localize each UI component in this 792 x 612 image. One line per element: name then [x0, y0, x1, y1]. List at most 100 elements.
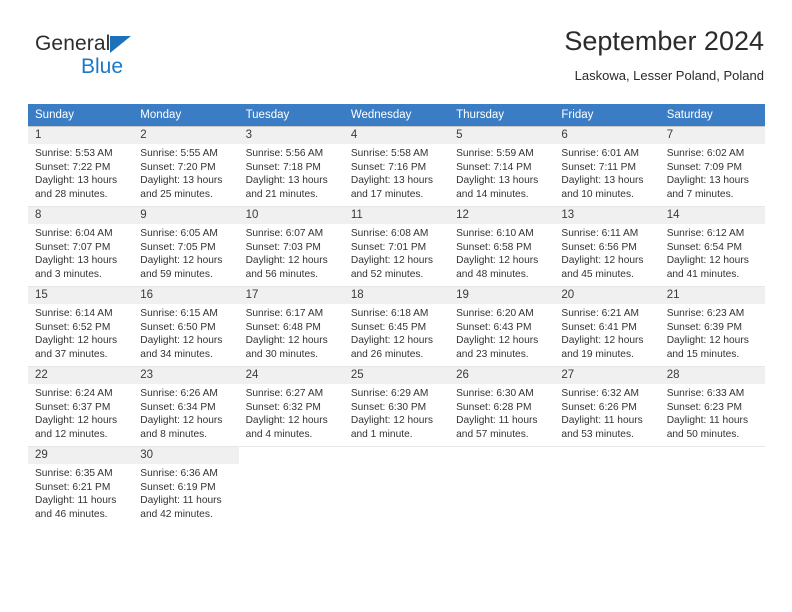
daylight-duration-line2: and 3 minutes.: [35, 268, 102, 280]
sunrise-time: Sunrise: 6:10 AM: [456, 228, 534, 239]
calendar-day-cell[interactable]: 8 Sunrise: 6:04 AM Sunset: 7:07 PM Daylight…: [28, 206, 134, 287]
calendar-day-cell[interactable]: 20 Sunrise: 6:21 AM Sunset: 6:41 PM Dayligh…: [554, 286, 660, 367]
calendar-day-cell[interactable]: 24 Sunrise: 6:27 AM Sunset: 6:32 PM Dayligh…: [238, 366, 344, 447]
daylight-duration-line2: and 8 minutes.: [140, 428, 208, 440]
daylight-duration-line2: and 45 minutes.: [561, 268, 634, 280]
day-details: Sunrise: 6:07 AM Sunset: 7:03 PM Daylight:…: [239, 224, 344, 281]
day-details: Sunrise: 6:20 AM Sunset: 6:43 PM Daylight:…: [449, 304, 554, 361]
day-cell-inner: [344, 447, 449, 526]
day-cell-inner: 20 Sunrise: 6:21 AM Sunset: 6:41 PM Dayligh…: [554, 287, 660, 366]
daylight-duration-line2: and 52 minutes.: [350, 268, 424, 280]
sunrise-time: Sunrise: 6:15 AM: [140, 308, 218, 319]
sunset-time: Sunset: 6:30 PM: [350, 401, 427, 413]
calendar-day-cell[interactable]: 3 Sunrise: 5:56 AM Sunset: 7:18 PM Daylight…: [238, 126, 344, 207]
daylight-duration-line1: Daylight: 11 hours: [35, 495, 117, 507]
calendar-empty-cell: [343, 446, 450, 526]
calendar-day-cell[interactable]: 7 Sunrise: 6:02 AM Sunset: 7:09 PM Daylight…: [659, 126, 765, 207]
day-details: Sunrise: 6:23 AM Sunset: 6:39 PM Daylight:…: [660, 304, 765, 361]
logo-top-row: General: [35, 32, 235, 56]
general-blue-logo[interactable]: General Blue: [35, 32, 235, 90]
sunset-time: Sunset: 7:14 PM: [456, 161, 532, 173]
calendar-day-cell[interactable]: 27 Sunrise: 6:32 AM Sunset: 6:26 PM Dayligh…: [554, 366, 660, 447]
day-number: 26: [449, 367, 555, 384]
sunset-time: Sunset: 6:43 PM: [456, 321, 532, 333]
day-number: 15: [28, 287, 134, 304]
sunset-time: Sunset: 7:18 PM: [245, 161, 321, 173]
daylight-duration-line2: and 25 minutes.: [140, 188, 213, 200]
calendar-day-cell[interactable]: 25 Sunrise: 6:29 AM Sunset: 6:30 PM Dayligh…: [343, 366, 450, 447]
daylight-duration-line1: Daylight: 12 hours: [140, 255, 223, 267]
sunset-time: Sunset: 6:28 PM: [456, 401, 532, 413]
day-number: 2: [133, 127, 239, 144]
day-cell-inner: 23 Sunrise: 6:26 AM Sunset: 6:34 PM Dayligh…: [133, 367, 239, 446]
sunrise-time: Sunrise: 5:55 AM: [140, 148, 218, 159]
daylight-duration-line1: Daylight: 13 hours: [140, 175, 223, 187]
daylight-duration-line2: and 4 minutes.: [245, 428, 313, 440]
daylight-duration-line2: and 56 minutes.: [245, 268, 319, 280]
sunrise-time: Sunrise: 6:18 AM: [350, 308, 429, 319]
day-cell-inner: 30 Sunrise: 6:36 AM Sunset: 6:19 PM Dayligh…: [133, 447, 239, 526]
calendar-day-cell[interactable]: 22 Sunrise: 6:24 AM Sunset: 6:37 PM Dayligh…: [28, 366, 134, 447]
calendar-day-cell[interactable]: 12 Sunrise: 6:10 AM Sunset: 6:58 PM Dayligh…: [449, 206, 555, 287]
calendar-day-cell[interactable]: 13 Sunrise: 6:11 AM Sunset: 6:56 PM Dayligh…: [554, 206, 660, 287]
sunset-time: Sunset: 7:05 PM: [140, 241, 216, 253]
daylight-duration-line2: and 37 minutes.: [35, 348, 108, 360]
day-details: Sunrise: 6:30 AM Sunset: 6:28 PM Daylight:…: [449, 384, 554, 441]
sunrise-time: Sunrise: 6:01 AM: [561, 148, 639, 159]
sunrise-time: Sunrise: 6:21 AM: [561, 308, 639, 319]
calendar-day-cell[interactable]: 16 Sunrise: 6:15 AM Sunset: 6:50 PM Dayligh…: [133, 286, 239, 367]
calendar-day-cell[interactable]: 26 Sunrise: 6:30 AM Sunset: 6:28 PM Dayligh…: [449, 366, 555, 447]
sunrise-sunset-calendar: Sunday Monday Tuesday Wednesday Thursday…: [28, 104, 765, 526]
calendar-day-cell[interactable]: 6 Sunrise: 6:01 AM Sunset: 7:11 PM Daylight…: [554, 126, 660, 207]
day-number: 28: [659, 367, 765, 384]
day-number: 24: [238, 367, 344, 384]
calendar-day-cell[interactable]: 2 Sunrise: 5:55 AM Sunset: 7:20 PM Daylight…: [133, 126, 239, 207]
day-details: Sunrise: 5:53 AM Sunset: 7:22 PM Daylight:…: [28, 144, 133, 201]
calendar-week-row: 8 Sunrise: 6:04 AM Sunset: 7:07 PM Daylight…: [28, 206, 765, 287]
day-number: 10: [238, 207, 344, 224]
calendar-day-cell[interactable]: 1 Sunrise: 5:53 AM Sunset: 7:22 PM Daylight…: [28, 126, 134, 207]
daylight-duration-line1: Daylight: 11 hours: [456, 415, 538, 427]
calendar-day-cell[interactable]: 17 Sunrise: 6:17 AM Sunset: 6:48 PM Dayligh…: [238, 286, 344, 367]
calendar-day-cell[interactable]: 11 Sunrise: 6:08 AM Sunset: 7:01 PM Dayligh…: [343, 206, 450, 287]
day-details: Sunrise: 6:02 AM Sunset: 7:09 PM Daylight:…: [660, 144, 765, 201]
calendar-day-cell[interactable]: 19 Sunrise: 6:20 AM Sunset: 6:43 PM Dayligh…: [449, 286, 555, 367]
day-number: 18: [343, 287, 450, 304]
calendar-day-cell[interactable]: 29 Sunrise: 6:35 AM Sunset: 6:21 PM Dayligh…: [28, 446, 134, 526]
daylight-duration-line2: and 53 minutes.: [561, 428, 634, 440]
calendar-day-cell[interactable]: 23 Sunrise: 6:26 AM Sunset: 6:34 PM Dayligh…: [133, 366, 239, 447]
daylight-duration-line1: Daylight: 12 hours: [561, 255, 644, 267]
day-details: Sunrise: 6:18 AM Sunset: 6:45 PM Daylight:…: [344, 304, 449, 361]
calendar-empty-cell: [238, 446, 344, 526]
day-details: Sunrise: 5:56 AM Sunset: 7:18 PM Daylight:…: [239, 144, 344, 201]
daylight-duration-line1: Daylight: 13 hours: [35, 175, 118, 187]
daylight-duration-line2: and 1 minute.: [350, 428, 413, 440]
sunset-time: Sunset: 7:16 PM: [350, 161, 427, 173]
weekday-header-thursday: Thursday: [449, 104, 555, 127]
day-number: 25: [343, 367, 450, 384]
sunset-time: Sunset: 7:09 PM: [666, 161, 743, 173]
calendar-day-cell[interactable]: 15 Sunrise: 6:14 AM Sunset: 6:52 PM Dayligh…: [28, 286, 134, 367]
page-subtitle-location: Laskowa, Lesser Poland, Poland: [574, 68, 764, 83]
day-cell-inner: 7 Sunrise: 6:02 AM Sunset: 7:09 PM Daylight…: [659, 127, 765, 206]
calendar-day-cell[interactable]: 4 Sunrise: 5:58 AM Sunset: 7:16 PM Daylight…: [343, 126, 450, 207]
calendar-day-cell[interactable]: 30 Sunrise: 6:36 AM Sunset: 6:19 PM Dayligh…: [133, 446, 239, 526]
sunrise-time: Sunrise: 5:59 AM: [456, 148, 534, 159]
calendar-day-cell[interactable]: 5 Sunrise: 5:59 AM Sunset: 7:14 PM Daylight…: [449, 126, 555, 207]
sunrise-time: Sunrise: 6:23 AM: [666, 308, 745, 319]
calendar-day-cell[interactable]: 18 Sunrise: 6:18 AM Sunset: 6:45 PM Dayligh…: [343, 286, 450, 367]
calendar-day-cell[interactable]: 9 Sunrise: 6:05 AM Sunset: 7:05 PM Daylight…: [133, 206, 239, 287]
day-number: 9: [133, 207, 239, 224]
sunrise-time: Sunrise: 6:07 AM: [245, 228, 324, 239]
calendar-day-cell[interactable]: 21 Sunrise: 6:23 AM Sunset: 6:39 PM Dayligh…: [659, 286, 765, 367]
day-number: 6: [554, 127, 660, 144]
day-details: Sunrise: 5:55 AM Sunset: 7:20 PM Daylight:…: [133, 144, 238, 201]
calendar-day-cell[interactable]: 14 Sunrise: 6:12 AM Sunset: 6:54 PM Dayligh…: [659, 206, 765, 287]
sunset-time: Sunset: 7:20 PM: [140, 161, 216, 173]
calendar-day-cell[interactable]: 10 Sunrise: 6:07 AM Sunset: 7:03 PM Dayligh…: [238, 206, 344, 287]
calendar-day-cell[interactable]: 28 Sunrise: 6:33 AM Sunset: 6:23 PM Dayligh…: [659, 366, 765, 447]
day-details: Sunrise: 6:05 AM Sunset: 7:05 PM Daylight:…: [133, 224, 238, 281]
daylight-duration-line1: Daylight: 11 hours: [561, 415, 643, 427]
sunrise-time: Sunrise: 6:14 AM: [35, 308, 113, 319]
day-number: 4: [343, 127, 450, 144]
